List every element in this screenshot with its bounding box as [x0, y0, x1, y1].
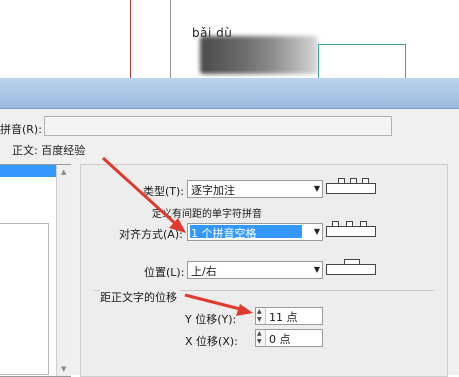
settings-list[interactable]: ▲ ▼ [0, 164, 71, 377]
position-preview-icon [326, 259, 376, 275]
y-offset-spin-buttons[interactable]: ▲ ▼ [256, 308, 266, 324]
alignment-label: 对齐方式(A): [119, 228, 183, 241]
dropdown-arrow-icon[interactable]: ▼ [314, 265, 320, 274]
settings-list-subpane [0, 223, 49, 375]
offset-group-title: 距正文字的位移 [100, 289, 180, 305]
type-select-value: 逐字加注 [191, 184, 235, 197]
type-hint: 定义有间距的单字符拼音 [152, 209, 262, 220]
dropdown-arrow-icon[interactable]: ▼ [314, 227, 320, 236]
y-offset-label: Y 位移(Y): [185, 313, 237, 326]
body-text-row: 正文: 百度经验 [12, 142, 85, 158]
dialog-titlebar[interactable] [0, 78, 459, 109]
scroll-up-icon[interactable]: ▲ [61, 168, 66, 176]
y-offset-stepper[interactable]: ▲ ▼ 11 点 [255, 307, 323, 325]
spin-down-icon[interactable]: ▼ [257, 316, 262, 323]
settings-list-scrollbar[interactable]: ▲ ▼ [56, 165, 71, 376]
alignment-select[interactable]: 1 个拼音空格 ▼ [187, 223, 323, 241]
margin-line-red [130, 0, 131, 78]
scroll-down-icon[interactable]: ▼ [61, 365, 66, 373]
x-offset-label: X 位移(X): [185, 335, 238, 348]
x-offset-value: 0 点 [269, 333, 291, 346]
spin-up-icon[interactable]: ▲ [257, 308, 262, 315]
position-select-value: 上/右 [191, 265, 217, 278]
margin-line-gray [170, 0, 171, 78]
dropdown-arrow-icon[interactable]: ▼ [314, 184, 320, 193]
y-offset-value: 11 点 [269, 311, 298, 324]
position-select[interactable]: 上/右 ▼ [187, 261, 323, 279]
x-offset-stepper[interactable]: ▲ ▼ 0 点 [255, 329, 323, 347]
settings-list-selected-item[interactable] [0, 165, 56, 177]
ruby-label: 拼音(R): [0, 123, 42, 136]
alignment-preview-icon [326, 221, 376, 237]
type-preview-icon [326, 178, 376, 194]
position-label: 位置(L): [144, 266, 185, 279]
alignment-select-value: 1 个拼音空格 [191, 227, 257, 240]
ruby-input[interactable] [44, 116, 392, 136]
type-label: 类型(T): [143, 185, 185, 198]
type-select[interactable]: 逐字加注 ▼ [187, 180, 323, 198]
spin-down-icon[interactable]: ▼ [257, 338, 262, 345]
body-text-value: 百度经验 [41, 144, 86, 157]
document-area: bǎi dù [0, 0, 459, 78]
spin-up-icon[interactable]: ▲ [257, 330, 262, 337]
text-frame-outline [318, 44, 406, 78]
body-text-label: 正文: [12, 144, 38, 157]
x-offset-spin-buttons[interactable]: ▲ ▼ [256, 330, 266, 346]
blurred-ruby-base-text [200, 36, 318, 74]
